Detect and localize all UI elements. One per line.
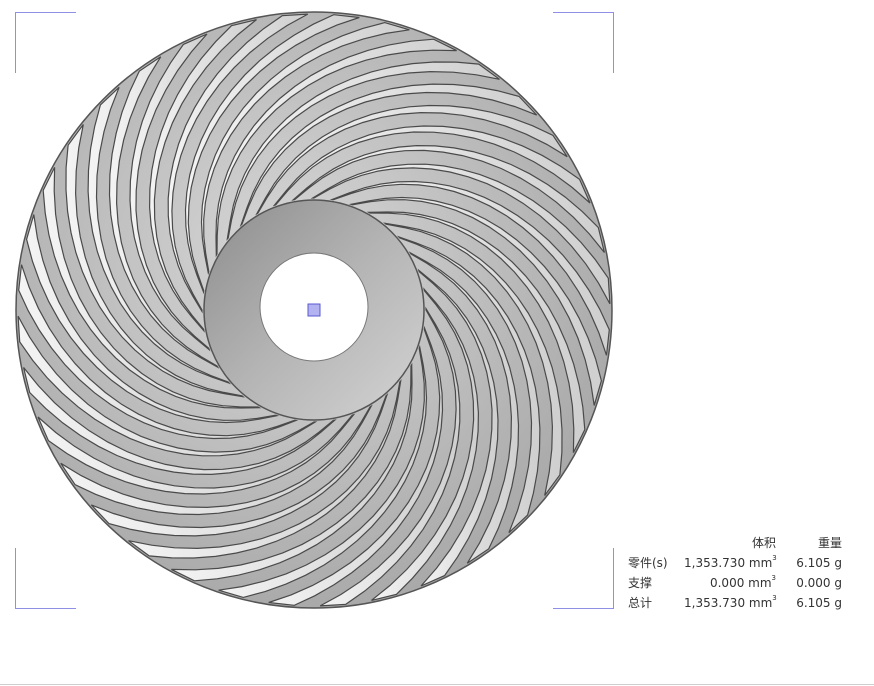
row-label: 总计 xyxy=(628,596,653,610)
status-divider xyxy=(0,684,874,685)
row-volume: 1,353.730 mm3 xyxy=(684,554,777,570)
header-weight: 重量 xyxy=(817,536,842,550)
row-weight: 6.105 g xyxy=(796,556,842,570)
row-volume: 0.000 mm3 xyxy=(709,574,776,590)
row-weight: 0.000 g xyxy=(796,576,842,590)
row-weight: 6.105 g xyxy=(796,596,842,610)
row-volume: 1,353.730 mm3 xyxy=(684,594,777,610)
table-row-parts: 零件(s) 1,353.730 mm3 6.105 g xyxy=(628,553,848,573)
header-volume: 体积 xyxy=(751,536,776,550)
table-row-support: 支撑 0.000 mm3 0.000 g xyxy=(628,573,848,593)
header-label xyxy=(628,533,684,553)
table-header-row: 体积 重量 xyxy=(628,533,848,553)
row-label: 零件(s) xyxy=(628,556,668,570)
center-marker xyxy=(307,303,321,317)
row-label: 支撑 xyxy=(628,576,653,590)
table-row-total: 总计 1,353.730 mm3 6.105 g xyxy=(628,593,848,613)
volume-weight-table: 体积 重量 零件(s) 1,353.730 mm3 6.105 g 支撑 0.0… xyxy=(628,533,848,613)
